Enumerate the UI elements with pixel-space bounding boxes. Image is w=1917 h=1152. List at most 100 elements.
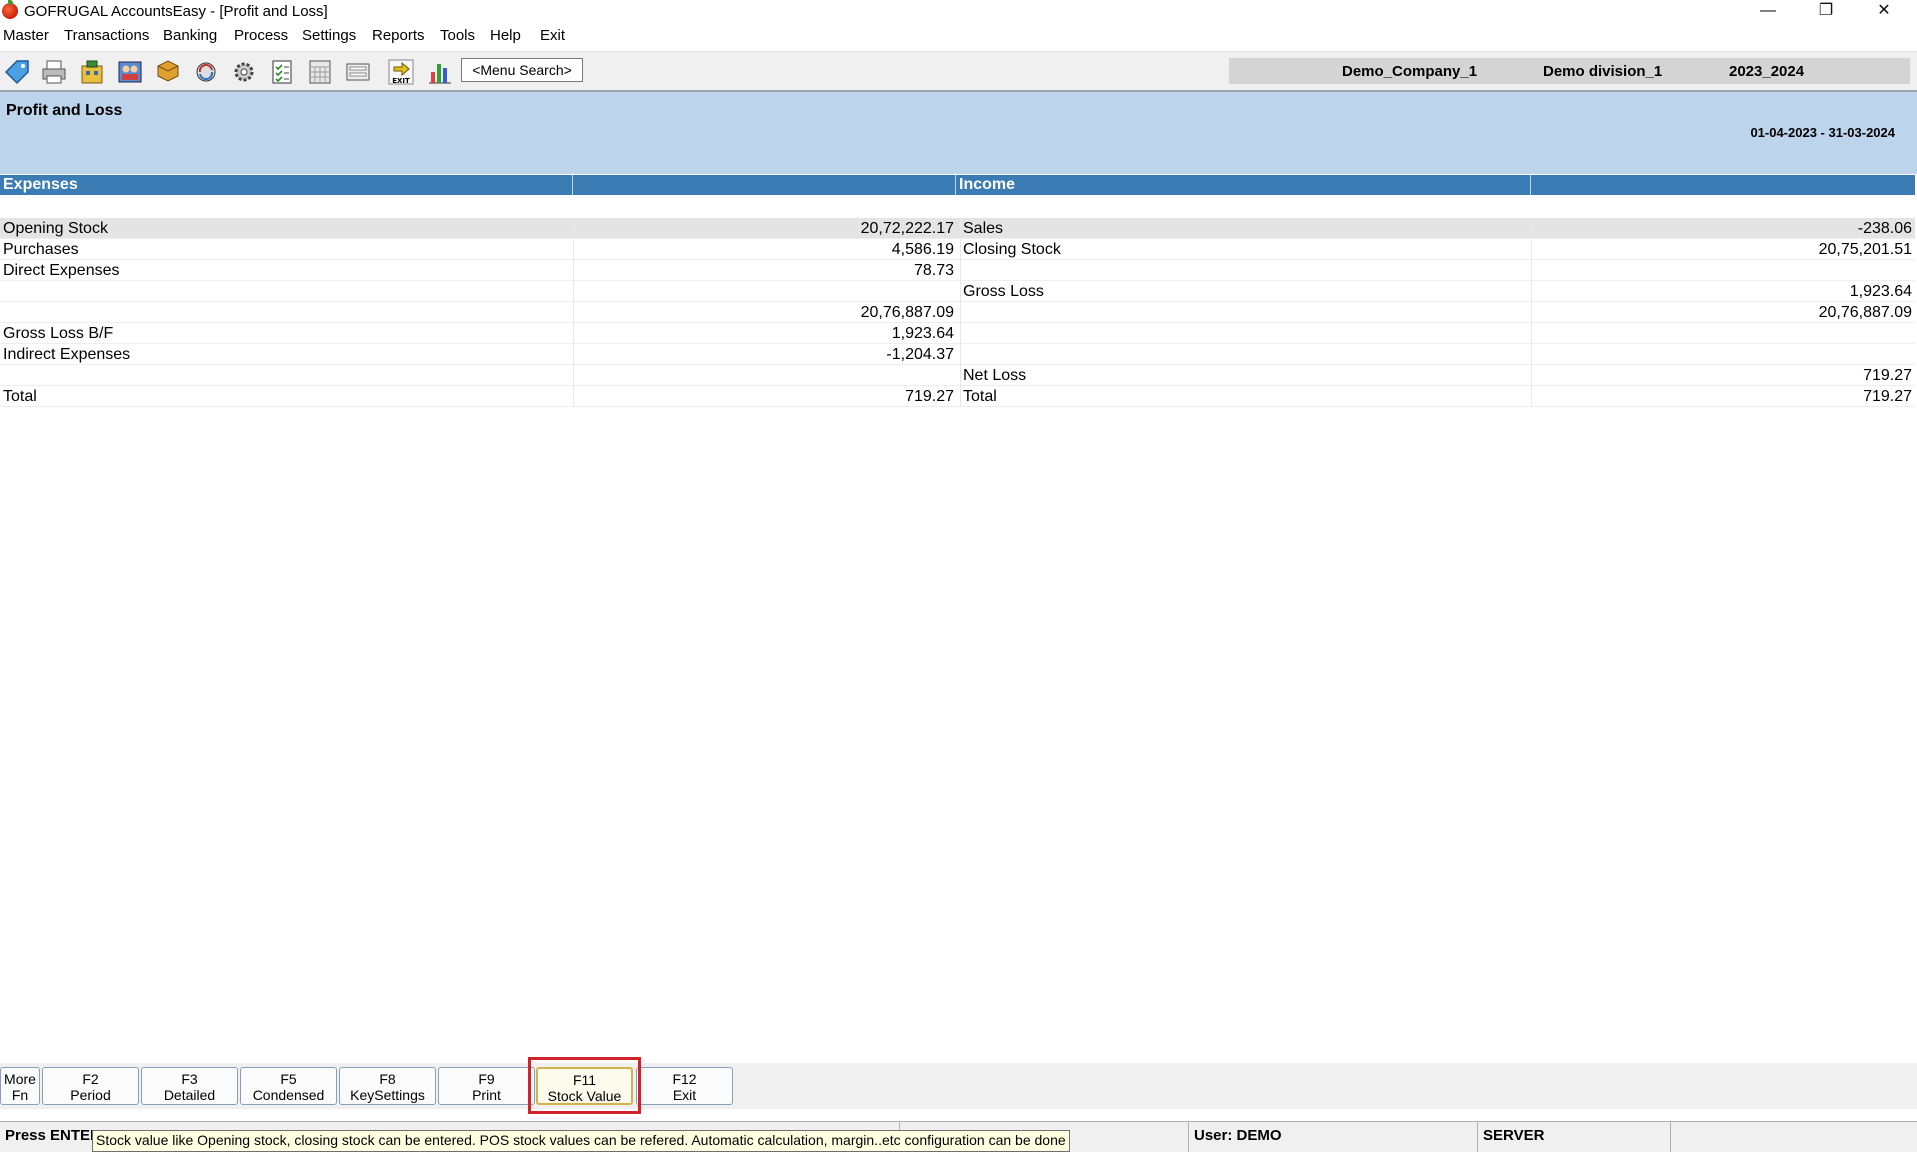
restore-button[interactable]: ❐ <box>1797 0 1855 24</box>
fkey-code: F8 <box>379 1071 396 1087</box>
expense-value: 719.27 <box>573 386 954 407</box>
fkey-code: F12 <box>672 1071 697 1087</box>
status-extra <box>1671 1122 1917 1152</box>
table-row[interactable]: Indirect Expenses -1,204.37 <box>0 344 1915 365</box>
minimize-button[interactable]: — <box>1739 0 1797 24</box>
fkey-code: More <box>4 1071 36 1087</box>
refresh-icon[interactable] <box>189 57 223 87</box>
income-value: 719.27 <box>1531 365 1912 386</box>
title-bar: GOFRUGAL AccountsEasy - [Profit and Loss… <box>0 0 1917 24</box>
expense-label: Purchases <box>3 241 79 258</box>
form-icon[interactable] <box>341 57 375 87</box>
income-amount-header <box>1531 175 1915 195</box>
fkey-label: Condensed <box>252 1087 325 1103</box>
income-value <box>1531 260 1912 281</box>
window-title: GOFRUGAL AccountsEasy - [Profit and Loss… <box>24 3 328 20</box>
income-value: 20,76,887.09 <box>1531 302 1912 323</box>
report-header: Profit and Loss 01-04-2023 - 31-03-2024 <box>0 92 1917 174</box>
table-row[interactable]: Direct Expenses 78.73 <box>0 260 1915 281</box>
menu-banking[interactable]: Banking <box>163 27 217 44</box>
menu-transactions[interactable]: Transactions <box>64 27 149 44</box>
toolbar: EXIT <Menu Search> Demo_Company_1 Demo d… <box>0 51 1917 92</box>
checklist-icon[interactable] <box>265 57 299 87</box>
status-user: User: DEMO <box>1189 1122 1478 1152</box>
financial-year: 2023_2024 <box>1729 63 1805 80</box>
menu-search-input[interactable]: <Menu Search> <box>461 58 583 82</box>
company-name: Demo_Company_1 <box>1342 63 1478 80</box>
table-row[interactable]: Gross Loss B/F 1,923.64 <box>0 323 1915 344</box>
menu-reports[interactable]: Reports <box>372 27 425 44</box>
menu-tools[interactable]: Tools <box>440 27 475 44</box>
table-row[interactable]: Opening Stock 20,72,222.17 Sales -238.06 <box>0 218 1915 239</box>
fkey-label: Fn <box>11 1087 29 1103</box>
fkey-code: F5 <box>280 1071 297 1087</box>
menu-master[interactable]: Master <box>3 27 49 44</box>
more-fn-button[interactable]: More Fn <box>0 1067 40 1105</box>
income-label <box>960 260 963 281</box>
fkey-code: F9 <box>478 1071 495 1087</box>
table-row[interactable]: Gross Loss 1,923.64 <box>0 281 1915 302</box>
table-row[interactable]: 20,76,887.09 20,76,887.09 <box>0 302 1915 323</box>
period-button[interactable]: F2 Period <box>42 1067 139 1105</box>
expense-value: 78.73 <box>573 260 954 281</box>
menu-bar: Master Transactions Banking Process Sett… <box>0 25 1917 49</box>
income-label <box>960 302 963 323</box>
income-label: Net Loss <box>960 365 1026 386</box>
fkey-label: Print <box>472 1087 501 1103</box>
condensed-button[interactable]: F5 Condensed <box>240 1067 337 1105</box>
expense-value: 20,72,222.17 <box>573 218 954 239</box>
income-header: Income <box>956 175 1531 195</box>
table-row[interactable]: Net Loss 719.27 <box>0 365 1915 386</box>
exit-button[interactable]: F12 Exit <box>636 1067 733 1105</box>
people-icon[interactable] <box>113 57 147 87</box>
menu-exit[interactable]: Exit <box>540 27 565 44</box>
income-value <box>1531 323 1912 344</box>
fkey-code: F2 <box>82 1071 99 1087</box>
income-label <box>960 323 963 344</box>
status-server: SERVER <box>1478 1122 1671 1152</box>
expense-value: 1,923.64 <box>573 323 954 344</box>
income-value <box>1531 344 1912 365</box>
close-button[interactable]: ✕ <box>1855 0 1913 24</box>
column-header-row: Expenses Income <box>0 175 1915 195</box>
division-name: Demo division_1 <box>1543 63 1663 80</box>
company-info-panel: Demo_Company_1 Demo division_1 2023_2024 <box>1229 58 1910 84</box>
stock-value-highlight <box>528 1057 641 1114</box>
menu-settings[interactable]: Settings <box>302 27 356 44</box>
exit-icon-label: EXIT <box>392 77 410 85</box>
expense-value <box>573 281 954 302</box>
stack-icon[interactable] <box>151 57 185 87</box>
income-label <box>960 344 963 365</box>
keysettings-button[interactable]: F8 KeySettings <box>339 1067 436 1105</box>
table-row[interactable]: Purchases 4,586.19 Closing Stock 20,75,2… <box>0 239 1915 260</box>
income-label: Gross Loss <box>960 281 1044 302</box>
expense-label: Gross Loss B/F <box>3 325 114 342</box>
settings-icon[interactable] <box>227 57 261 87</box>
calculator-icon[interactable] <box>303 57 337 87</box>
exit-icon[interactable]: EXIT <box>384 57 418 87</box>
stock-value-tooltip: Stock value like Opening stock, closing … <box>92 1130 1070 1152</box>
income-value: 20,75,201.51 <box>1531 239 1912 260</box>
income-value: 719.27 <box>1531 386 1912 407</box>
tag-icon[interactable] <box>0 57 34 87</box>
expense-label: Total <box>3 388 37 405</box>
menu-help[interactable]: Help <box>490 27 521 44</box>
bar-chart-icon[interactable] <box>423 57 457 87</box>
detailed-button[interactable]: F3 Detailed <box>141 1067 238 1105</box>
fkey-label: Period <box>70 1087 111 1103</box>
menu-process[interactable]: Process <box>234 27 288 44</box>
expense-value: 4,586.19 <box>573 239 954 260</box>
income-label: Total <box>960 386 997 407</box>
expense-label: Opening Stock <box>3 220 108 237</box>
expense-label: Indirect Expenses <box>3 346 131 363</box>
function-key-bar: More Fn F2 Period F3 Detailed F5 Condens… <box>0 1063 1917 1109</box>
expenses-header: Expenses <box>0 175 573 195</box>
expense-label: Direct Expenses <box>3 262 120 279</box>
print-button[interactable]: F9 Print <box>438 1067 535 1105</box>
fkey-label: Exit <box>672 1087 697 1103</box>
report-period: 01-04-2023 - 31-03-2024 <box>1750 125 1895 140</box>
building-icon[interactable] <box>75 57 109 87</box>
fkey-code: F3 <box>181 1071 198 1087</box>
printer-icon[interactable] <box>37 57 71 87</box>
table-row[interactable]: Total 719.27 Total 719.27 <box>0 386 1915 407</box>
